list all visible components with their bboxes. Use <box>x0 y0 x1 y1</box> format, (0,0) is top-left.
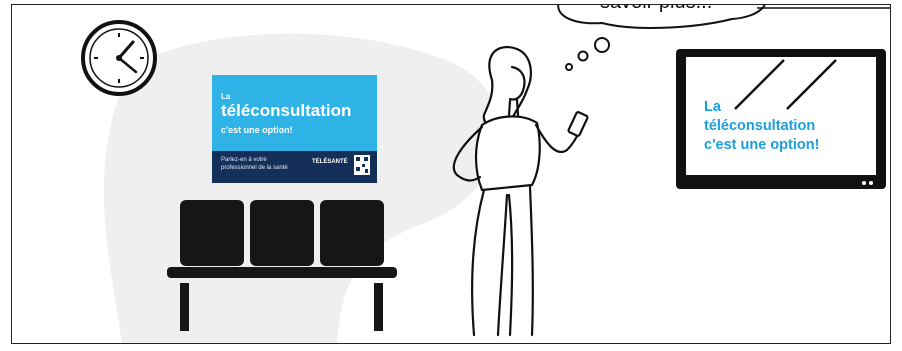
poster-la-text: La <box>221 92 231 101</box>
tv-line-teleconsultation: téléconsultation <box>704 118 816 134</box>
tv-line-la: La <box>704 99 721 115</box>
scene-drawing <box>81 5 890 337</box>
tv-message: La téléconsultation c'est une option! <box>704 98 819 155</box>
teleconsultation-poster: La téléconsultation c'est une option! Pa… <box>212 75 377 183</box>
poster-subtitle: c'est une option! <box>221 125 293 135</box>
poster-body-line1: Parlez-en à votre <box>221 157 267 163</box>
illustration-frame: La téléconsultation c'est une option! Pa… <box>11 4 891 344</box>
poster-brand: TÉLÉSANTÉ <box>312 159 348 165</box>
waiting-chairs <box>167 200 397 331</box>
poster-title: téléconsultation <box>221 101 352 120</box>
poster-body-line2: professionnel de la santé <box>221 165 288 171</box>
thought-bubble-text: savoir plus... <box>600 5 712 14</box>
woman-figure <box>452 45 589 337</box>
tv-line-option: c'est une option! <box>704 137 820 153</box>
clock-icon <box>81 20 157 96</box>
qr-code-icon <box>354 155 370 175</box>
